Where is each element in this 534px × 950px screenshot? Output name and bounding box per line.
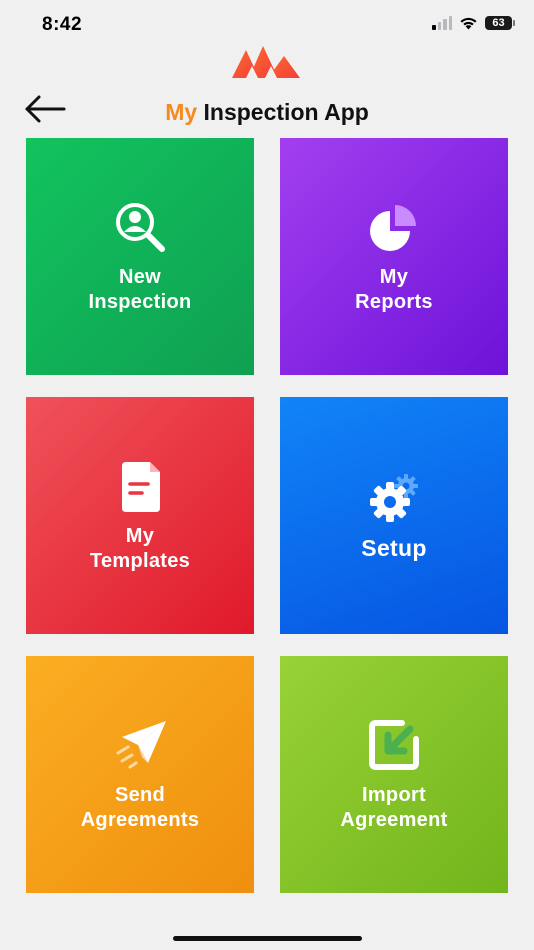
send-agreements-tile[interactable]: Send Agreements [26, 656, 254, 893]
tile-label: My Reports [355, 265, 433, 313]
tile-label: Send Agreements [80, 783, 200, 831]
my-templates-tile[interactable]: My Templates [26, 397, 254, 634]
document-icon [122, 461, 160, 512]
tile-label: Setup [361, 535, 427, 561]
title-rest: Inspection App [197, 99, 369, 125]
paper-plane-icon [116, 720, 166, 768]
pie-chart-icon [370, 204, 416, 251]
import-arrow-icon [369, 719, 419, 770]
cellular-signal-icon [432, 16, 452, 30]
status-icons: 63 [432, 16, 515, 30]
wifi-icon [460, 17, 477, 30]
title-accent: My [165, 99, 198, 125]
setup-tile[interactable]: Setup [280, 397, 508, 634]
import-agreement-tile[interactable]: Import Agreement [280, 656, 508, 893]
status-time: 8:42 [42, 14, 83, 35]
tile-label: New Inspection [88, 265, 192, 313]
new-inspection-tile[interactable]: New Inspection [26, 138, 254, 375]
mountain-logo-icon [232, 46, 300, 78]
search-person-icon [116, 202, 165, 252]
battery-icon: 63 [485, 16, 515, 30]
home-indicator[interactable] [173, 936, 362, 941]
my-reports-tile[interactable]: My Reports [280, 138, 508, 375]
page-title: My Inspection App [0, 99, 534, 126]
gears-icon [370, 474, 418, 522]
tile-label: My Templates [89, 524, 191, 572]
tile-label: Import Agreement [340, 783, 448, 831]
